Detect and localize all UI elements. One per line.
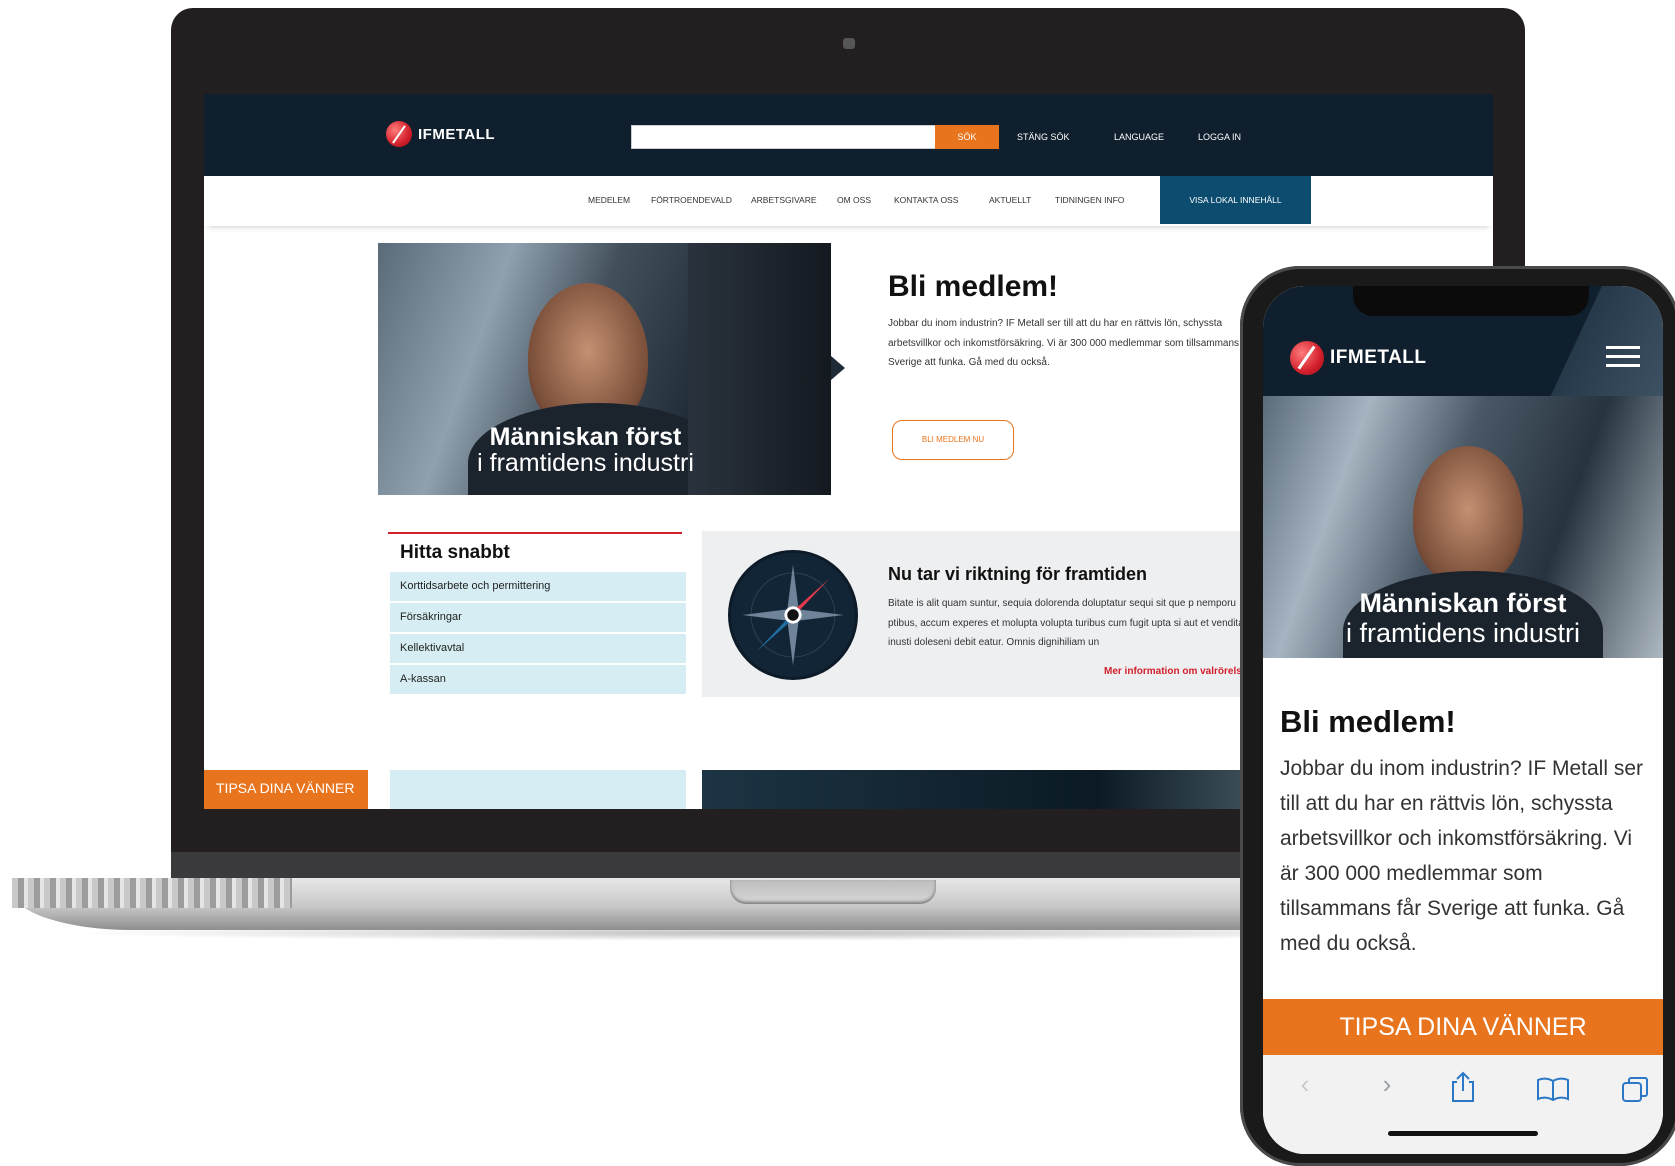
hero-image[interactable]: Människan först i framtidens industri: [378, 243, 831, 495]
nav-item-fortroendevald[interactable]: FÖRTROENDEVALD: [651, 195, 732, 205]
laptop-base-edge: [12, 878, 292, 908]
laptop-hinge-notch: [730, 880, 936, 904]
direction-title: Nu tar vi riktning för framtiden: [888, 564, 1148, 584]
hero-pointer: [831, 356, 845, 380]
nav-item-arbetsgivare[interactable]: ARBETSGIVARE: [751, 195, 817, 205]
home-indicator: [1388, 1131, 1538, 1136]
mobile-hero-subheading: i framtidens industri: [1345, 618, 1581, 648]
join-button[interactable]: BLI MEDLEM NU: [892, 420, 1014, 460]
laptop-camera: [843, 38, 855, 49]
forward-icon[interactable]: ›: [1367, 1069, 1407, 1100]
quick-link[interactable]: Försäkringar: [390, 603, 686, 632]
mobile-hero-image[interactable]: Människan först i framtidens industri: [1263, 396, 1663, 658]
local-content-button[interactable]: VISA LOKAL INNEHÅLL: [1160, 176, 1311, 224]
share-icon[interactable]: [1448, 1070, 1478, 1104]
back-icon[interactable]: ‹: [1285, 1069, 1325, 1100]
logo-text: IFMETALL: [1330, 347, 1427, 368]
phone-notch: [1353, 286, 1589, 316]
mobile-join-text: Jobbar du inom industrin? IF Metall ser …: [1280, 757, 1643, 955]
direction-text: Bitate is alit quam suntur, sequia dolor…: [888, 598, 1244, 648]
search-input[interactable]: [631, 125, 936, 149]
search-button[interactable]: SÖK: [935, 125, 999, 149]
nav-item-kontakta-oss[interactable]: KONTAKTA OSS: [894, 195, 958, 205]
quick-links-divider: [388, 532, 682, 534]
ifmetall-logo-icon: [1290, 341, 1324, 375]
bookmarks-icon[interactable]: [1535, 1076, 1571, 1102]
mobile-tip-friends-button[interactable]: TIPSA DINA VÄNNER: [1263, 999, 1663, 1055]
quick-link[interactable]: Korttidsarbete och permittering: [390, 572, 686, 601]
nav-item-om-oss[interactable]: OM OSS: [837, 195, 871, 205]
nav-item-tidningen-info[interactable]: TIDNINGEN INFO: [1055, 195, 1124, 205]
site-logo[interactable]: IFMETALL: [386, 121, 495, 147]
mobile-hero-heading: Människan först: [1359, 588, 1567, 618]
ifmetall-logo-icon: [386, 121, 412, 147]
join-text: Jobbar du inom industrin? IF Metall ser …: [888, 318, 1254, 368]
close-search-link[interactable]: STÄNG SÖK: [1017, 132, 1070, 142]
quick-link[interactable]: Kellektivavtal: [390, 634, 686, 663]
quick-link[interactable]: A-kassan: [390, 665, 686, 694]
info-box: [390, 770, 686, 809]
logo-text: IFMETALL: [418, 125, 496, 143]
hero-subheading: i framtidens industri: [477, 449, 694, 477]
quick-links-title: Hitta snabbt: [400, 542, 510, 563]
menu-icon[interactable]: [1600, 342, 1646, 372]
nav-item-medlem[interactable]: MEDELEM: [588, 195, 630, 205]
mobile-join-title: Bli medlem!: [1280, 704, 1456, 739]
direction-more-link[interactable]: Mer information om valrörelsen: [1104, 666, 1253, 677]
compass-icon: [728, 550, 858, 680]
tabs-icon[interactable]: [1620, 1075, 1650, 1105]
mobile-screen: IFMETALL Människan först i framtidens in…: [1263, 286, 1663, 1154]
nav-item-aktuellt[interactable]: AKTUELLT: [989, 195, 1031, 205]
tip-friends-button[interactable]: TIPSA DINA VÄNNER: [204, 770, 368, 809]
join-title: Bli medlem!: [888, 270, 1059, 303]
login-link[interactable]: LOGGA IN: [1198, 132, 1241, 142]
woman-face: [1413, 446, 1523, 586]
mobile-logo[interactable]: IFMETALL: [1290, 341, 1427, 375]
language-link[interactable]: LANGUAGE: [1114, 132, 1164, 142]
hero-heading: Människan först: [489, 423, 682, 451]
